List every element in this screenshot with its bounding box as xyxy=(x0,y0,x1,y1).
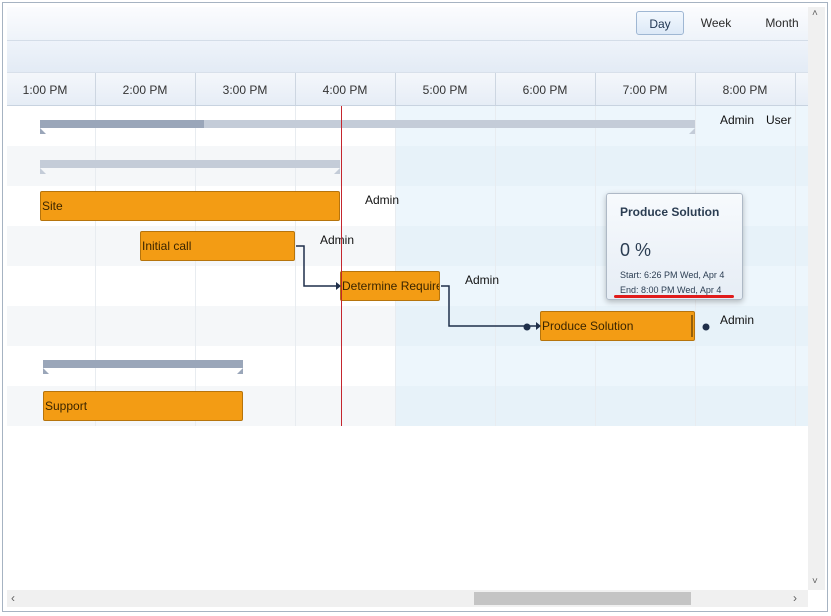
grid-line xyxy=(295,106,296,426)
resource-label: Admin xyxy=(465,273,500,287)
month-view-button[interactable]: Month xyxy=(752,11,812,35)
tooltip-progress: 0 % xyxy=(620,240,652,260)
summary-right-cap xyxy=(689,128,695,134)
highlight-underline xyxy=(614,295,734,298)
summary-bar-project[interactable] xyxy=(40,120,695,128)
day-view-button[interactable]: Day xyxy=(636,11,684,35)
summary-right-cap xyxy=(334,168,340,174)
grid-line xyxy=(495,106,496,426)
task-bar-support[interactable]: Support xyxy=(43,391,243,421)
timeline-header: 1:00 PM 2:00 PM 3:00 PM 4:00 PM 5:00 PM … xyxy=(7,73,808,106)
grid-line xyxy=(95,106,96,426)
vertical-scrollbar[interactable]: ˄ ˅ xyxy=(808,7,825,590)
horizontal-scroll-thumb[interactable] xyxy=(474,592,691,605)
current-time-line xyxy=(341,106,342,426)
task-bar-site[interactable]: Site xyxy=(40,191,340,221)
task-bar-produce-solution[interactable]: Produce Solution xyxy=(540,311,695,341)
tooltip-end: End: 8:00 PM Wed, Apr 4 xyxy=(620,285,722,295)
task-bar-initial-call[interactable]: Initial call xyxy=(140,231,295,261)
resource-label: Admin xyxy=(320,233,355,247)
time-label-7pm: 7:00 PM xyxy=(622,83,668,97)
resource-label: Admin xyxy=(365,193,400,207)
resource-label: User xyxy=(766,113,792,127)
time-label-3pm: 3:00 PM xyxy=(222,83,268,97)
summary-progress xyxy=(40,120,204,128)
time-separator xyxy=(795,73,796,105)
grid-line xyxy=(195,106,196,426)
week-view-button[interactable]: Week xyxy=(690,11,742,35)
grid-line xyxy=(795,106,796,426)
summary-left-cap xyxy=(40,128,46,134)
grid-line xyxy=(595,106,596,426)
summary-right-cap xyxy=(237,368,243,374)
tooltip-start: Start: 6:26 PM Wed, Apr 4 xyxy=(620,270,725,280)
tooltip-title: Produce Solution xyxy=(620,205,720,219)
time-label-1pm: 1:00 PM xyxy=(22,83,68,97)
summary-left-cap xyxy=(43,368,49,374)
resource-label: Admin xyxy=(720,313,755,327)
time-label-8pm: 8:00 PM xyxy=(722,83,768,97)
time-label-5pm: 5:00 PM xyxy=(422,83,468,97)
timeline-header-top xyxy=(7,41,808,73)
non-working-time-shade xyxy=(395,106,808,426)
task-bar-determine-requirements[interactable]: Determine Require xyxy=(340,271,440,301)
time-label-4pm: 4:00 PM xyxy=(322,83,368,97)
summary-bar-support-group[interactable] xyxy=(43,360,243,368)
horizontal-scrollbar[interactable]: ‹ › xyxy=(7,590,808,607)
task-tooltip: Produce Solution 0 % Start: 6:26 PM Wed,… xyxy=(606,193,743,300)
resource-label: Admin xyxy=(720,113,755,127)
grid-line xyxy=(395,106,396,426)
time-label-2pm: 2:00 PM xyxy=(122,83,168,97)
summary-left-cap xyxy=(40,168,46,174)
time-label-6pm: 6:00 PM xyxy=(522,83,568,97)
right-arrow-icon[interactable]: › xyxy=(793,592,797,604)
view-toolbar: Day Week Month xyxy=(7,7,808,41)
up-arrow-icon[interactable]: ˄ xyxy=(812,9,818,19)
left-arrow-icon[interactable]: ‹ xyxy=(11,592,15,604)
summary-bar-phase[interactable] xyxy=(40,160,340,168)
down-arrow-icon[interactable]: ˅ xyxy=(812,577,818,587)
